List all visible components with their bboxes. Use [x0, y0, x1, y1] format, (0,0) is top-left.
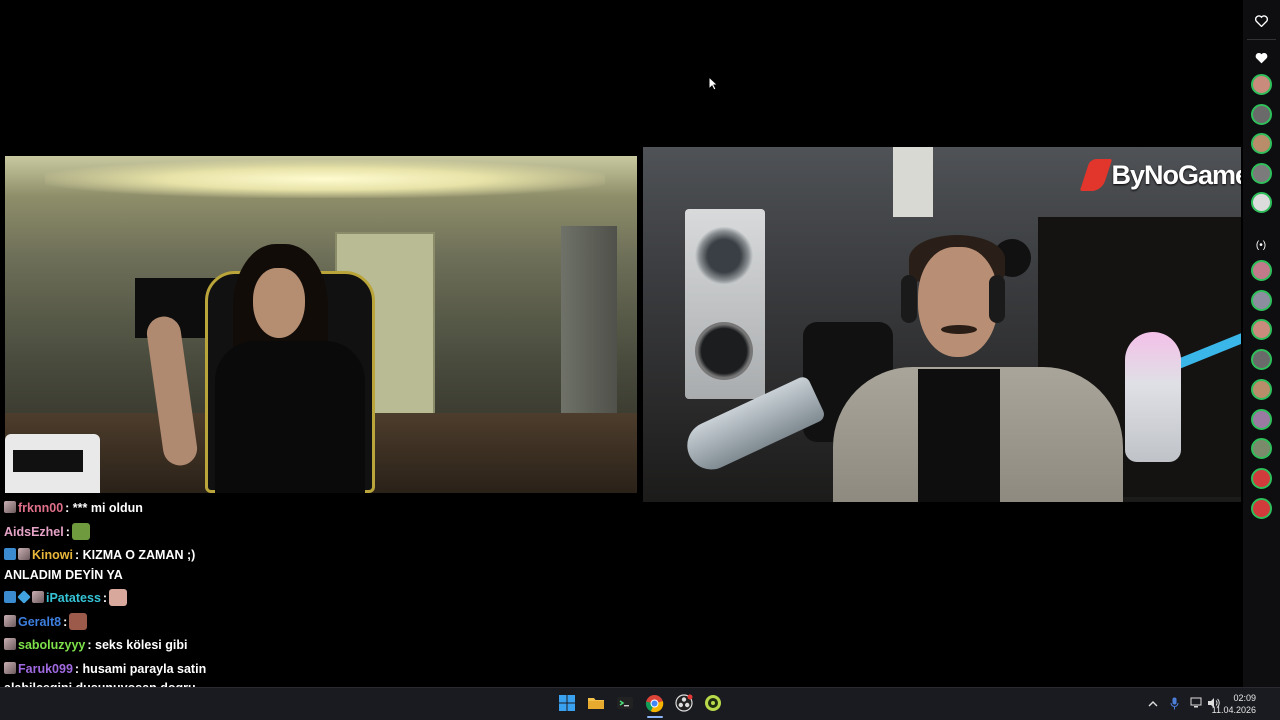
heart-outline-icon[interactable] [1250, 10, 1272, 32]
chat-text: : *** mi oldun [65, 501, 143, 515]
heart-icon[interactable] [1250, 47, 1272, 69]
device-box [13, 450, 83, 472]
chat-username[interactable]: Kinowi [32, 548, 73, 562]
microphone [1125, 332, 1181, 462]
chat-message: Kinowi: KIZMA O ZAMAN ;) ANLADIM DEYİN Y… [4, 546, 234, 585]
mouse-cursor [708, 76, 718, 91]
streamer-shirt [918, 369, 1000, 502]
clock-date: 11.04.2026 [1211, 705, 1256, 715]
rail-divider [1247, 39, 1276, 40]
active-app-indicator [647, 716, 663, 718]
followed-channel-avatar[interactable] [1251, 103, 1272, 125]
sub-badge-icon [4, 661, 16, 674]
live-channel-avatar[interactable] [1251, 408, 1272, 430]
live-channel-avatar[interactable] [1251, 260, 1272, 281]
chat-text: : [63, 614, 68, 629]
chat-message: iPatatess: [4, 589, 234, 609]
sub-badge-icon [4, 638, 16, 650]
live-channel-avatar[interactable] [1251, 467, 1272, 489]
live-channel-avatar[interactable] [1251, 497, 1272, 519]
chat-username[interactable]: frknn00 [18, 501, 63, 515]
chat-text: : seks kölesi gibi [87, 638, 188, 652]
streamer-body [215, 341, 365, 493]
followed-channel-avatar[interactable] [1251, 133, 1272, 154]
followed-channel-avatar[interactable] [1251, 192, 1272, 213]
live-channel-avatar[interactable] [1251, 319, 1272, 341]
brand-mark-icon [1080, 159, 1113, 191]
dryer-drum [695, 322, 753, 380]
video-feed-left [5, 156, 637, 493]
live-channel-avatar[interactable] [1251, 349, 1272, 371]
followed-channel-avatar[interactable] [1251, 162, 1272, 184]
right-rail: (•) [1243, 0, 1280, 687]
clock-time: 02:09 [1233, 693, 1256, 703]
terminal-icon[interactable] [616, 694, 636, 714]
chat-text: : [65, 524, 70, 539]
green-app-icon[interactable] [704, 694, 724, 714]
sub-badge-icon [4, 501, 16, 513]
headphone-left [901, 275, 917, 323]
chevron-up-icon[interactable] [1148, 697, 1158, 711]
chat-message: Geralt8: [4, 612, 234, 633]
chrome-icon[interactable] [645, 694, 665, 714]
meme-emote [69, 612, 88, 630]
taskbar: 02:09 11.04.2026 [0, 687, 1280, 720]
clock[interactable]: 02:09 11.04.2026 [1212, 692, 1256, 716]
mustache [941, 325, 977, 334]
chat-username[interactable]: Faruk099 [18, 662, 73, 676]
gem-badge-icon [17, 590, 31, 604]
x-badge-icon [4, 548, 16, 560]
brand-logo: ByNoGame [1080, 159, 1241, 191]
range-hood [893, 147, 933, 217]
brand-logo-text: ByNoGame [1111, 159, 1241, 190]
chat-username[interactable]: iPatatess [46, 591, 101, 605]
windows-start-icon[interactable] [558, 694, 578, 714]
headphone-right [989, 275, 1005, 323]
video-feed-right: ByNoGame [643, 147, 1241, 502]
sub-badge-icon [18, 548, 30, 560]
live-channel-avatar[interactable] [1251, 378, 1272, 400]
followed-channel-avatar[interactable] [1251, 74, 1272, 95]
chat-message: frknn00: *** mi oldun [4, 499, 234, 519]
chat-message: saboluzyyy: seks kölesi gibi [4, 636, 234, 656]
chat-username[interactable]: Geralt8 [18, 615, 61, 629]
obs-icon[interactable] [675, 694, 695, 714]
ceiling-light [45, 160, 605, 198]
live-channel-avatar[interactable] [1251, 438, 1272, 460]
face-emote [109, 589, 128, 606]
streamer-face [253, 268, 305, 338]
streamer-face-right [918, 247, 998, 357]
chat-text: : [102, 591, 108, 605]
chat-message: AidsEzhel: [4, 522, 234, 543]
live-channel-avatar[interactable] [1251, 289, 1272, 311]
sub-badge-icon [32, 591, 44, 603]
network-icon[interactable] [1190, 697, 1203, 712]
broadcast-icon[interactable]: (•) [1250, 234, 1272, 256]
sub-badge-icon [4, 614, 16, 627]
chat-username[interactable]: AidsEzhel [4, 525, 64, 539]
file-explorer-icon[interactable] [587, 694, 607, 714]
chat-username[interactable]: saboluzyyy [18, 638, 85, 652]
x-badge-icon [4, 591, 16, 603]
frog-emote [71, 522, 90, 540]
microphone-icon[interactable] [1170, 697, 1179, 713]
washer-drum [695, 227, 753, 285]
